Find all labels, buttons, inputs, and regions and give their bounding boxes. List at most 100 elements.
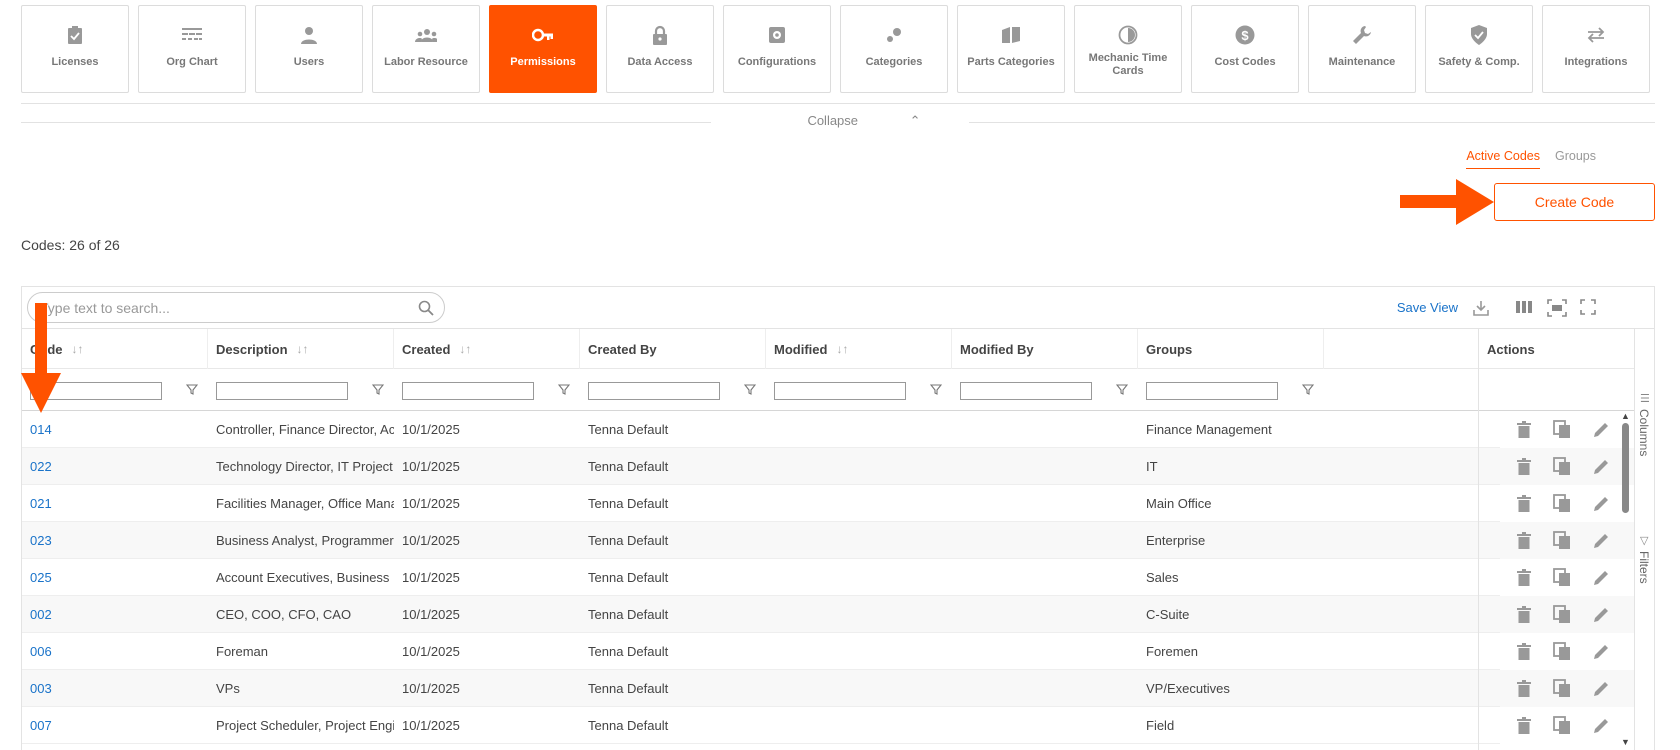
copy-icon[interactable]: [1553, 642, 1571, 661]
fit-screen-icon[interactable]: [1547, 299, 1567, 317]
fullscreen-icon[interactable]: [1580, 299, 1596, 315]
cell-code[interactable]: 023: [22, 522, 208, 559]
edit-icon[interactable]: [1593, 421, 1610, 438]
filter-input[interactable]: [960, 382, 1092, 400]
edit-icon[interactable]: [1593, 680, 1610, 697]
table-row[interactable]: 003 VPs 10/1/2025 Tenna Default VP/Executive…: [22, 670, 1636, 707]
tile-safety-comp[interactable]: Safety & Comp.: [1425, 5, 1533, 93]
copy-icon[interactable]: [1553, 568, 1571, 587]
scrollbar-thumb[interactable]: [1622, 423, 1629, 513]
delete-icon[interactable]: [1517, 680, 1531, 697]
filters-panel-tab[interactable]: Filters: [1637, 551, 1651, 584]
sort-icon[interactable]: ↓↑: [459, 342, 471, 356]
vertical-scrollbar[interactable]: ▲ ▼: [1620, 411, 1630, 750]
column-header-description[interactable]: Description ↓↑: [208, 329, 394, 369]
table-row[interactable]: 022 Technology Director, IT Project 10/1/2…: [22, 448, 1636, 485]
tile-users[interactable]: Users: [255, 5, 363, 93]
save-view-link[interactable]: Save View: [1397, 300, 1458, 315]
tile-licenses[interactable]: Licenses: [21, 5, 129, 93]
cell-code[interactable]: 021: [22, 485, 208, 522]
edit-icon[interactable]: [1593, 458, 1610, 475]
tile-permissions[interactable]: Permissions: [489, 5, 597, 93]
column-header-created-by[interactable]: Created By: [580, 329, 766, 369]
tile-labor-resource[interactable]: Labor Resource: [372, 5, 480, 93]
sort-icon[interactable]: ↓↑: [72, 342, 84, 356]
filter-icon[interactable]: [558, 384, 570, 395]
cell-code[interactable]: 025: [22, 559, 208, 596]
filter-icon[interactable]: [930, 384, 942, 395]
tile-categories[interactable]: Categories: [840, 5, 948, 93]
tile-maintenance[interactable]: Maintenance: [1308, 5, 1416, 93]
cell-code[interactable]: 007: [22, 707, 208, 744]
columns-panel-tab[interactable]: Columns: [1637, 409, 1651, 456]
column-header-modified[interactable]: Modified ↓↑: [766, 329, 952, 369]
tile-org-chart[interactable]: Org Chart: [138, 5, 246, 93]
columns-panel-icon[interactable]: ☰: [1640, 392, 1650, 405]
edit-icon[interactable]: [1593, 643, 1610, 660]
tile-configurations[interactable]: Configurations: [723, 5, 831, 93]
cell-code[interactable]: 022: [22, 448, 208, 485]
edit-icon[interactable]: [1593, 569, 1610, 586]
filter-icon[interactable]: [372, 384, 384, 395]
delete-icon[interactable]: [1517, 495, 1531, 512]
filter-icon[interactable]: [1116, 384, 1128, 395]
edit-icon[interactable]: [1593, 495, 1610, 512]
delete-icon[interactable]: [1517, 458, 1531, 475]
column-header-modified-by[interactable]: Modified By: [952, 329, 1138, 369]
copy-icon[interactable]: [1553, 457, 1571, 476]
copy-icon[interactable]: [1553, 716, 1571, 735]
table-row[interactable]: 021 Facilities Manager, Office Mana 10/1/2…: [22, 485, 1636, 522]
delete-icon[interactable]: [1517, 532, 1531, 549]
filter-input[interactable]: [1146, 382, 1278, 400]
copy-icon[interactable]: [1553, 494, 1571, 513]
cell-code[interactable]: 014: [22, 411, 208, 448]
scroll-up-icon[interactable]: ▲: [1621, 411, 1630, 421]
edit-icon[interactable]: [1593, 717, 1610, 734]
filters-panel-icon[interactable]: ▽: [1640, 534, 1648, 547]
column-header-created[interactable]: Created ↓↑: [394, 329, 580, 369]
tab-groups[interactable]: Groups: [1555, 149, 1596, 169]
cell-code[interactable]: 006: [22, 633, 208, 670]
tile-integrations[interactable]: Integrations: [1542, 5, 1650, 93]
delete-icon[interactable]: [1517, 717, 1531, 734]
cell-code[interactable]: 002: [22, 596, 208, 633]
copy-icon[interactable]: [1553, 679, 1571, 698]
collapse-toggle[interactable]: Collapse ⌃: [0, 113, 1680, 129]
sort-icon[interactable]: ↓↑: [297, 342, 309, 356]
delete-icon[interactable]: [1517, 606, 1531, 623]
filter-input[interactable]: [402, 382, 534, 400]
copy-icon[interactable]: [1553, 420, 1571, 439]
create-code-button[interactable]: Create Code: [1494, 183, 1655, 221]
filter-input[interactable]: [588, 382, 720, 400]
filter-input[interactable]: [774, 382, 906, 400]
download-icon[interactable]: [1472, 299, 1490, 317]
cell-code[interactable]: 003: [22, 670, 208, 707]
tile-cost-codes[interactable]: $ Cost Codes: [1191, 5, 1299, 93]
table-row[interactable]: 002 CEO, COO, CFO, CAO 10/1/2025 Tenna Defa…: [22, 596, 1636, 633]
delete-icon[interactable]: [1517, 643, 1531, 660]
filter-icon[interactable]: [744, 384, 756, 395]
table-row[interactable]: 025 Account Executives, Business I 10/1/20…: [22, 559, 1636, 596]
filter-icon[interactable]: [1302, 384, 1314, 395]
search-input[interactable]: Type text to search...: [27, 292, 445, 323]
table-row[interactable]: 007 Project Scheduler, Project Engi 10/1/2…: [22, 707, 1636, 744]
tile-parts-categories[interactable]: Parts Categories: [957, 5, 1065, 93]
table-row[interactable]: 023 Business Analyst, Programmer 10/1/2025…: [22, 522, 1636, 559]
delete-icon[interactable]: [1517, 569, 1531, 586]
copy-icon[interactable]: [1553, 531, 1571, 550]
tile-data-access[interactable]: Data Access: [606, 5, 714, 93]
edit-icon[interactable]: [1593, 606, 1610, 623]
tab-active-codes[interactable]: Active Codes: [1466, 149, 1540, 169]
sort-icon[interactable]: ↓↑: [836, 342, 848, 356]
scroll-down-icon[interactable]: ▼: [1621, 737, 1630, 747]
table-row[interactable]: 006 Foreman 10/1/2025 Tenna Default Foremen: [22, 633, 1636, 670]
table-row[interactable]: 014 Controller, Finance Director, Acc 10/1…: [22, 411, 1636, 448]
column-header-groups[interactable]: Groups: [1138, 329, 1324, 369]
columns-layout-icon[interactable]: [1515, 299, 1533, 315]
filter-icon[interactable]: [186, 384, 198, 395]
copy-icon[interactable]: [1553, 605, 1571, 624]
edit-icon[interactable]: [1593, 532, 1610, 549]
tile-mechanic-time-cards[interactable]: Mechanic Time Cards: [1074, 5, 1182, 93]
delete-icon[interactable]: [1517, 421, 1531, 438]
filter-input[interactable]: [216, 382, 348, 400]
